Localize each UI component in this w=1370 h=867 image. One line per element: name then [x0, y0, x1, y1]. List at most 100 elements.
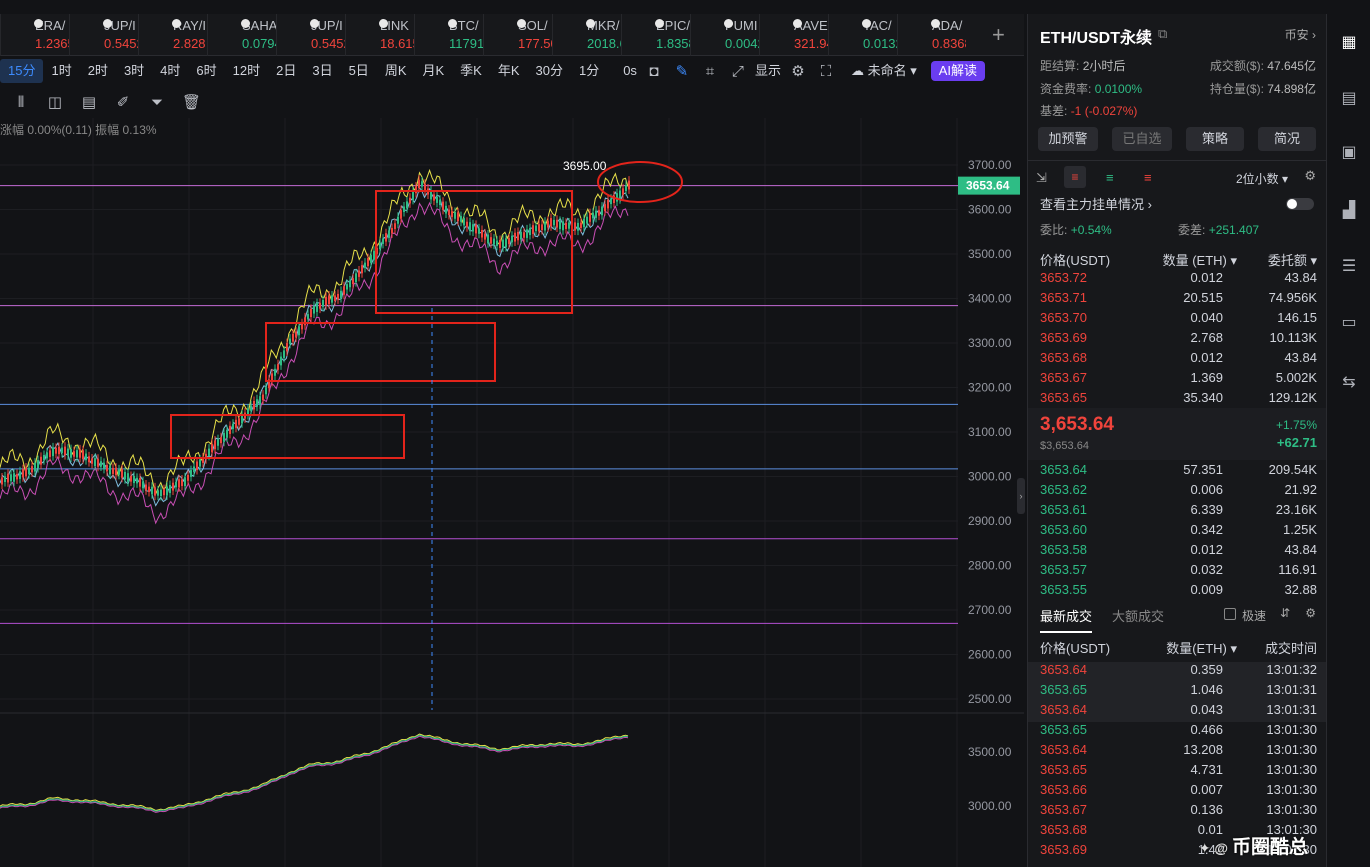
favorite-button[interactable]: 已自选	[1112, 127, 1172, 151]
template-icon[interactable]: ▤	[80, 93, 98, 111]
decimals-select[interactable]: 2位小数 ▾	[1236, 170, 1288, 187]
exchange-label[interactable]: 币安 ›	[1285, 26, 1316, 43]
filter-icon[interactable]: ⏷	[148, 94, 166, 111]
orderbook-row[interactable]: 3653.69 2.768 10.113K	[1028, 330, 1327, 350]
candle-body	[550, 218, 552, 227]
timeframe-15[interactable]: 1分	[571, 59, 607, 83]
document-icon[interactable]: ▤	[1339, 88, 1359, 108]
orderbook-row[interactable]: 3653.67 1.369 5.002K	[1028, 370, 1327, 390]
view-asks-icon[interactable]: ≡	[1144, 170, 1152, 185]
orderbook-row[interactable]: 3653.55 0.009 32.88	[1028, 582, 1327, 602]
ticker-item[interactable]: BTC/117910.	[414, 14, 483, 56]
orderbook-row[interactable]: 3653.60 0.342 1.25K	[1028, 522, 1327, 542]
ticker-price: 0.5452	[104, 36, 138, 51]
orderbook-row[interactable]: 3653.71 20.515 74.956K	[1028, 290, 1327, 310]
tr-header-qty[interactable]: 数量(ETH) ▾	[1166, 638, 1237, 657]
orderbook-view-icon[interactable]: ▦	[1339, 32, 1359, 52]
timeframe-4[interactable]: 4时	[152, 59, 188, 83]
chart-icon[interactable]: ▟	[1339, 200, 1359, 220]
fast-checkbox[interactable]	[1224, 608, 1236, 620]
view-both-icon[interactable]: ⇲	[1036, 170, 1047, 186]
orderbook-row[interactable]: 3653.65 35.340 129.12K	[1028, 390, 1327, 410]
ticker-item[interactable]: SOL/177.50	[483, 14, 552, 56]
book-settings-icon[interactable]: ⚙	[1304, 168, 1316, 184]
ticker-item[interactable]: EPIC/1.8358	[621, 14, 690, 56]
symbol-title[interactable]: ETH/USDT永续	[1040, 24, 1152, 48]
timeframe-9[interactable]: 5日	[341, 59, 377, 83]
orderbook-row[interactable]: 3653.57 0.032 116.91	[1028, 562, 1327, 582]
ticker-item[interactable]: PUMI0.00427	[690, 14, 759, 56]
pen-icon[interactable]: ✎	[673, 62, 691, 80]
ticker-item[interactable]: AAVE321.94	[759, 14, 828, 56]
exchange-icon[interactable]: ⇆	[1339, 372, 1359, 392]
expand-icon[interactable]: ⛶	[817, 63, 835, 80]
fullscreen-icon[interactable]: ⤢	[729, 63, 747, 80]
trades-settings-icon[interactable]: ⚙	[1305, 606, 1316, 620]
copy-icon[interactable]: ⧉	[1158, 26, 1167, 42]
orderbook-row[interactable]: 3653.72 0.012 43.84	[1028, 270, 1327, 290]
timeframe-6[interactable]: 12时	[225, 59, 268, 83]
layout-select[interactable]: ☁ 未命名 ▾	[843, 59, 925, 83]
settings-icon[interactable]: ⚙	[789, 62, 807, 80]
ticker-item[interactable]: JUP/I0.5452	[69, 14, 138, 56]
ticker-item[interactable]: LINK18.615	[345, 14, 414, 56]
tab-latest-trades[interactable]: 最新成交	[1040, 606, 1093, 633]
depth-link[interactable]: 查看主力挂单情况 ›	[1040, 194, 1152, 213]
indicator-icon[interactable]: ◫	[46, 93, 64, 111]
orderbook-row[interactable]: 3653.62 0.006 21.92	[1028, 482, 1327, 502]
depth-toggle[interactable]	[1286, 198, 1314, 210]
timeframe-3[interactable]: 3时	[116, 59, 152, 83]
ob-header-qty[interactable]: 数量 (ETH) ▾	[1163, 250, 1237, 269]
crop-icon[interactable]: ⌗	[701, 63, 719, 80]
ai-button[interactable]: AI解读	[930, 61, 986, 81]
sort-icon[interactable]: ⇵	[1280, 606, 1290, 620]
brush-icon[interactable]: ✐	[114, 93, 132, 111]
orderbook-row[interactable]: 3653.64 57.351 209.54K	[1028, 462, 1327, 482]
candle-type-icon[interactable]: ⫴	[12, 94, 30, 111]
timeframe-14[interactable]: 30分	[528, 59, 571, 83]
view-mixed-icon[interactable]: ≡	[1064, 166, 1086, 188]
timeframe-7[interactable]: 2日	[268, 59, 304, 83]
timeframe-0[interactable]: 15分	[0, 59, 44, 83]
orderbook-row[interactable]: 3653.61 6.339 23.16K	[1028, 502, 1327, 522]
timeframe-2[interactable]: 2时	[80, 59, 116, 83]
timeframe-8[interactable]: 3日	[304, 59, 340, 83]
trade-price: 3653.66	[1040, 782, 1087, 797]
ticker-item[interactable]: TAC/0.01324	[828, 14, 897, 56]
strategy-button[interactable]: 策略	[1186, 127, 1244, 151]
ticker-item[interactable]: RAY/I 2.828	[138, 14, 207, 56]
orderbook-row[interactable]: 3653.68 0.012 43.84	[1028, 350, 1327, 370]
overview-button[interactable]: 简况	[1258, 127, 1316, 151]
orderbook-row[interactable]: 3653.58 0.012 43.84	[1028, 542, 1327, 562]
timeframe-13[interactable]: 年K	[490, 59, 528, 83]
timeframe-5[interactable]: 6时	[188, 59, 224, 83]
card-icon[interactable]: ▭	[1339, 312, 1359, 332]
display-button[interactable]: 显示	[747, 59, 789, 83]
camera-icon[interactable]: ◘	[645, 63, 663, 80]
candle-body	[481, 229, 483, 238]
ticker-item[interactable]: MKR/2018.6	[552, 14, 621, 56]
candle-body	[70, 449, 72, 458]
tab-large-trades[interactable]: 大额成交	[1112, 606, 1164, 625]
collapse-handle[interactable]: ›	[1017, 478, 1025, 514]
list-icon[interactable]: ☰	[1339, 256, 1359, 276]
ticker-item[interactable]: ERA/1.2365	[0, 14, 69, 56]
timeframe-10[interactable]: 周K	[377, 59, 415, 83]
price-chart[interactable]: 3700.00 3600.00 3500.00 3400.00 3300.00 3200.…	[0, 118, 1024, 867]
ticker-item[interactable]: SAHA0.07942	[207, 14, 276, 56]
timeframe-1[interactable]: 1时	[43, 59, 79, 83]
coin-icon	[655, 19, 664, 28]
add-tab-button[interactable]: +	[992, 22, 1005, 48]
orderbook-row[interactable]: 3653.70 0.040 146.15	[1028, 310, 1327, 330]
ob-header-amount[interactable]: 委托额 ▾	[1268, 250, 1317, 269]
alert-button[interactable]: 加预警	[1038, 127, 1098, 151]
ticker-item[interactable]: ADA/0.8368	[897, 14, 966, 56]
trash-icon[interactable]: 🗑	[182, 93, 201, 111]
y-tick-label: 3700.00	[968, 158, 1012, 172]
timeframe-11[interactable]: 月K	[414, 59, 452, 83]
timeframe-12[interactable]: 季K	[452, 59, 490, 83]
candle-body	[136, 477, 138, 484]
view-bids-icon[interactable]: ≡	[1106, 170, 1114, 185]
calendar-icon[interactable]: ▣	[1339, 142, 1359, 162]
ticker-item[interactable]: JUP/I0.5452	[276, 14, 345, 56]
